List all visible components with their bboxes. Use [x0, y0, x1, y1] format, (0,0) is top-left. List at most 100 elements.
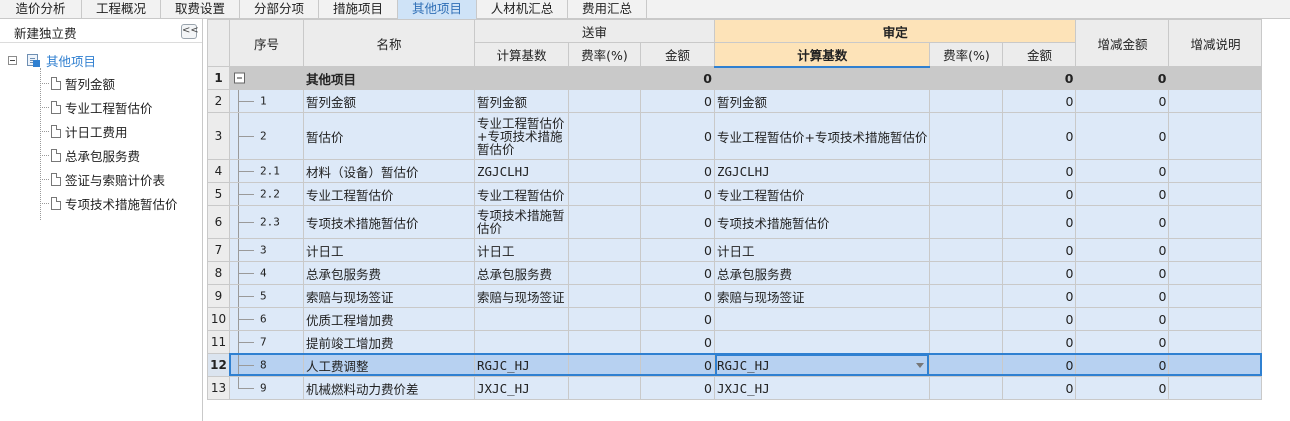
submitted-rate-cell[interactable] — [568, 376, 641, 400]
approved-amount-cell[interactable]: 0 — [1002, 284, 1077, 308]
tree-item-daywork[interactable]: 计日工费用 — [40, 122, 128, 140]
row-number-cell[interactable]: 5 — [207, 182, 230, 206]
name-cell[interactable]: 暂列金额 — [303, 89, 475, 113]
approved-amount-cell[interactable]: 0 — [1002, 205, 1077, 239]
submitted-rate-cell[interactable] — [568, 205, 641, 239]
table-row[interactable]: 3 2 暂估价 专业工程暂估价+专项技术措施暂估价 0 专业工程暂估价+专项技术措施暂估价… — [207, 112, 1263, 160]
submitted-base-cell[interactable] — [474, 330, 569, 354]
diff-note-cell[interactable] — [1168, 353, 1263, 377]
seq-cell[interactable] — [229, 66, 304, 90]
table-row[interactable]: 7 3 计日工 计日工 0 计日工 0 0 — [207, 238, 1263, 262]
name-cell[interactable]: 暂估价 — [303, 112, 475, 160]
approved-base-cell[interactable] — [713, 330, 931, 354]
approved-base-cell[interactable]: 专业工程暂估价+专项技术措施暂估价 — [713, 112, 931, 160]
submitted-rate-cell[interactable] — [568, 66, 641, 90]
diff-note-cell[interactable] — [1168, 205, 1263, 239]
submitted-rate-cell[interactable] — [568, 353, 641, 377]
row-number-cell[interactable]: 7 — [207, 238, 230, 262]
tree-item-specialty-estimate[interactable]: 专业工程暂估价 — [40, 98, 153, 116]
submitted-amount-cell[interactable]: 0 — [640, 284, 715, 308]
seq-cell[interactable]: 3 — [229, 238, 304, 262]
submitted-amount-cell[interactable]: 0 — [640, 205, 715, 239]
new-standalone-fee-title[interactable]: 新建独立费 — [14, 23, 77, 42]
approved-amount-cell[interactable]: 0 — [1002, 89, 1077, 113]
seq-cell[interactable]: 7 — [229, 330, 304, 354]
row-number-cell[interactable]: 6 — [207, 205, 230, 239]
seq-cell[interactable]: 2.3 — [229, 205, 304, 239]
submitted-rate-cell[interactable] — [568, 261, 641, 285]
diff-amount-cell[interactable]: 0 — [1075, 238, 1170, 262]
approved-base-cell[interactable]: JXJC_HJ — [713, 376, 931, 400]
table-row[interactable]: 9 5 索赔与现场签证 索赔与现场签证 0 索赔与现场签证 0 0 — [207, 284, 1263, 308]
table-row[interactable]: 10 6 优质工程增加费 0 0 0 — [207, 307, 1263, 331]
approved-rate-cell[interactable] — [929, 66, 1004, 90]
approved-amount-cell[interactable]: 0 — [1002, 330, 1077, 354]
header-diff-amount[interactable]: 增减金额 — [1075, 19, 1170, 67]
submitted-base-cell[interactable]: RGJC_HJ — [474, 353, 569, 377]
grid-corner[interactable] — [207, 19, 230, 67]
collapse-node-icon[interactable] — [234, 72, 245, 84]
tree-item-provisional-sum[interactable]: 暂列金额 — [40, 74, 115, 92]
submitted-rate-cell[interactable] — [568, 89, 641, 113]
seq-cell[interactable]: 4 — [229, 261, 304, 285]
table-row[interactable]: 11 7 提前竣工增加费 0 0 0 — [207, 330, 1263, 354]
name-cell[interactable]: 专业工程暂估价 — [303, 182, 475, 206]
header-approved-amount[interactable]: 金额 — [1002, 42, 1077, 67]
approved-base-cell[interactable]: 专项技术措施暂估价 — [713, 205, 931, 239]
diff-note-cell[interactable] — [1168, 307, 1263, 331]
approved-amount-cell[interactable]: 0 — [1002, 66, 1077, 90]
row-number-cell[interactable]: 13 — [207, 376, 230, 400]
approved-rate-cell[interactable] — [929, 284, 1004, 308]
diff-amount-cell[interactable]: 0 — [1075, 112, 1170, 160]
approved-rate-cell[interactable] — [929, 353, 1004, 377]
approved-rate-cell[interactable] — [929, 376, 1004, 400]
tree-root-other-items[interactable]: 其他项目 — [8, 52, 96, 69]
tab-cost-analysis[interactable]: 造价分析 — [0, 0, 82, 19]
header-submitted-base[interactable]: 计算基数 — [474, 42, 569, 67]
name-cell[interactable]: 其他项目 — [303, 66, 475, 90]
diff-note-cell[interactable] — [1168, 330, 1263, 354]
row-number-cell[interactable]: 8 — [207, 261, 230, 285]
seq-cell[interactable]: 1 — [229, 89, 304, 113]
diff-amount-cell[interactable]: 0 — [1075, 353, 1170, 377]
header-submitted-amount[interactable]: 金额 — [640, 42, 715, 67]
submitted-amount-cell[interactable]: 0 — [640, 261, 715, 285]
submitted-rate-cell[interactable] — [568, 112, 641, 160]
submitted-base-cell[interactable]: 索赔与现场签证 — [474, 284, 569, 308]
tab-project-overview[interactable]: 工程概况 — [82, 0, 161, 19]
diff-amount-cell[interactable]: 0 — [1075, 330, 1170, 354]
approved-rate-cell[interactable] — [929, 89, 1004, 113]
submitted-base-cell[interactable]: 专业工程暂估价 — [474, 182, 569, 206]
tree-item-claims-table[interactable]: 签证与索赔计价表 — [40, 170, 165, 188]
header-seq[interactable]: 序号 — [229, 19, 304, 67]
diff-amount-cell[interactable]: 0 — [1075, 261, 1170, 285]
table-row[interactable]: 5 2.2 专业工程暂估价 专业工程暂估价 0 专业工程暂估价 0 0 — [207, 182, 1263, 206]
diff-amount-cell[interactable]: 0 — [1075, 205, 1170, 239]
header-submitted-rate[interactable]: 费率(%) — [568, 42, 641, 67]
table-row[interactable]: 12 8 人工费调整 RGJC_HJ 0 RGJC_HJ 0 0 — [207, 353, 1263, 377]
diff-amount-cell[interactable]: 0 — [1075, 66, 1170, 90]
submitted-base-cell[interactable]: 计日工 — [474, 238, 569, 262]
table-row[interactable]: 1 其他项目 0 0 0 — [207, 66, 1263, 90]
approved-rate-cell[interactable] — [929, 330, 1004, 354]
submitted-rate-cell[interactable] — [568, 307, 641, 331]
seq-cell[interactable]: 6 — [229, 307, 304, 331]
row-number-cell[interactable]: 10 — [207, 307, 230, 331]
submitted-rate-cell[interactable] — [568, 182, 641, 206]
diff-note-cell[interactable] — [1168, 238, 1263, 262]
approved-base-cell[interactable]: RGJC_HJ — [713, 353, 931, 377]
approved-amount-cell[interactable]: 0 — [1002, 307, 1077, 331]
seq-cell[interactable]: 2.2 — [229, 182, 304, 206]
approved-amount-cell[interactable]: 0 — [1002, 353, 1077, 377]
submitted-base-cell[interactable]: ZGJCLHJ — [474, 159, 569, 183]
diff-amount-cell[interactable]: 0 — [1075, 89, 1170, 113]
collapse-node-icon[interactable] — [8, 55, 17, 65]
submitted-amount-cell[interactable]: 0 — [640, 182, 715, 206]
diff-note-cell[interactable] — [1168, 261, 1263, 285]
seq-cell[interactable]: 2 — [229, 112, 304, 160]
header-approved-rate[interactable]: 费率(%) — [929, 42, 1004, 67]
approved-amount-cell[interactable]: 0 — [1002, 112, 1077, 160]
submitted-base-cell[interactable]: 暂列金额 — [474, 89, 569, 113]
submitted-amount-cell[interactable]: 0 — [640, 112, 715, 160]
submitted-base-cell[interactable]: 专业工程暂估价+专项技术措施暂估价 — [474, 112, 569, 160]
